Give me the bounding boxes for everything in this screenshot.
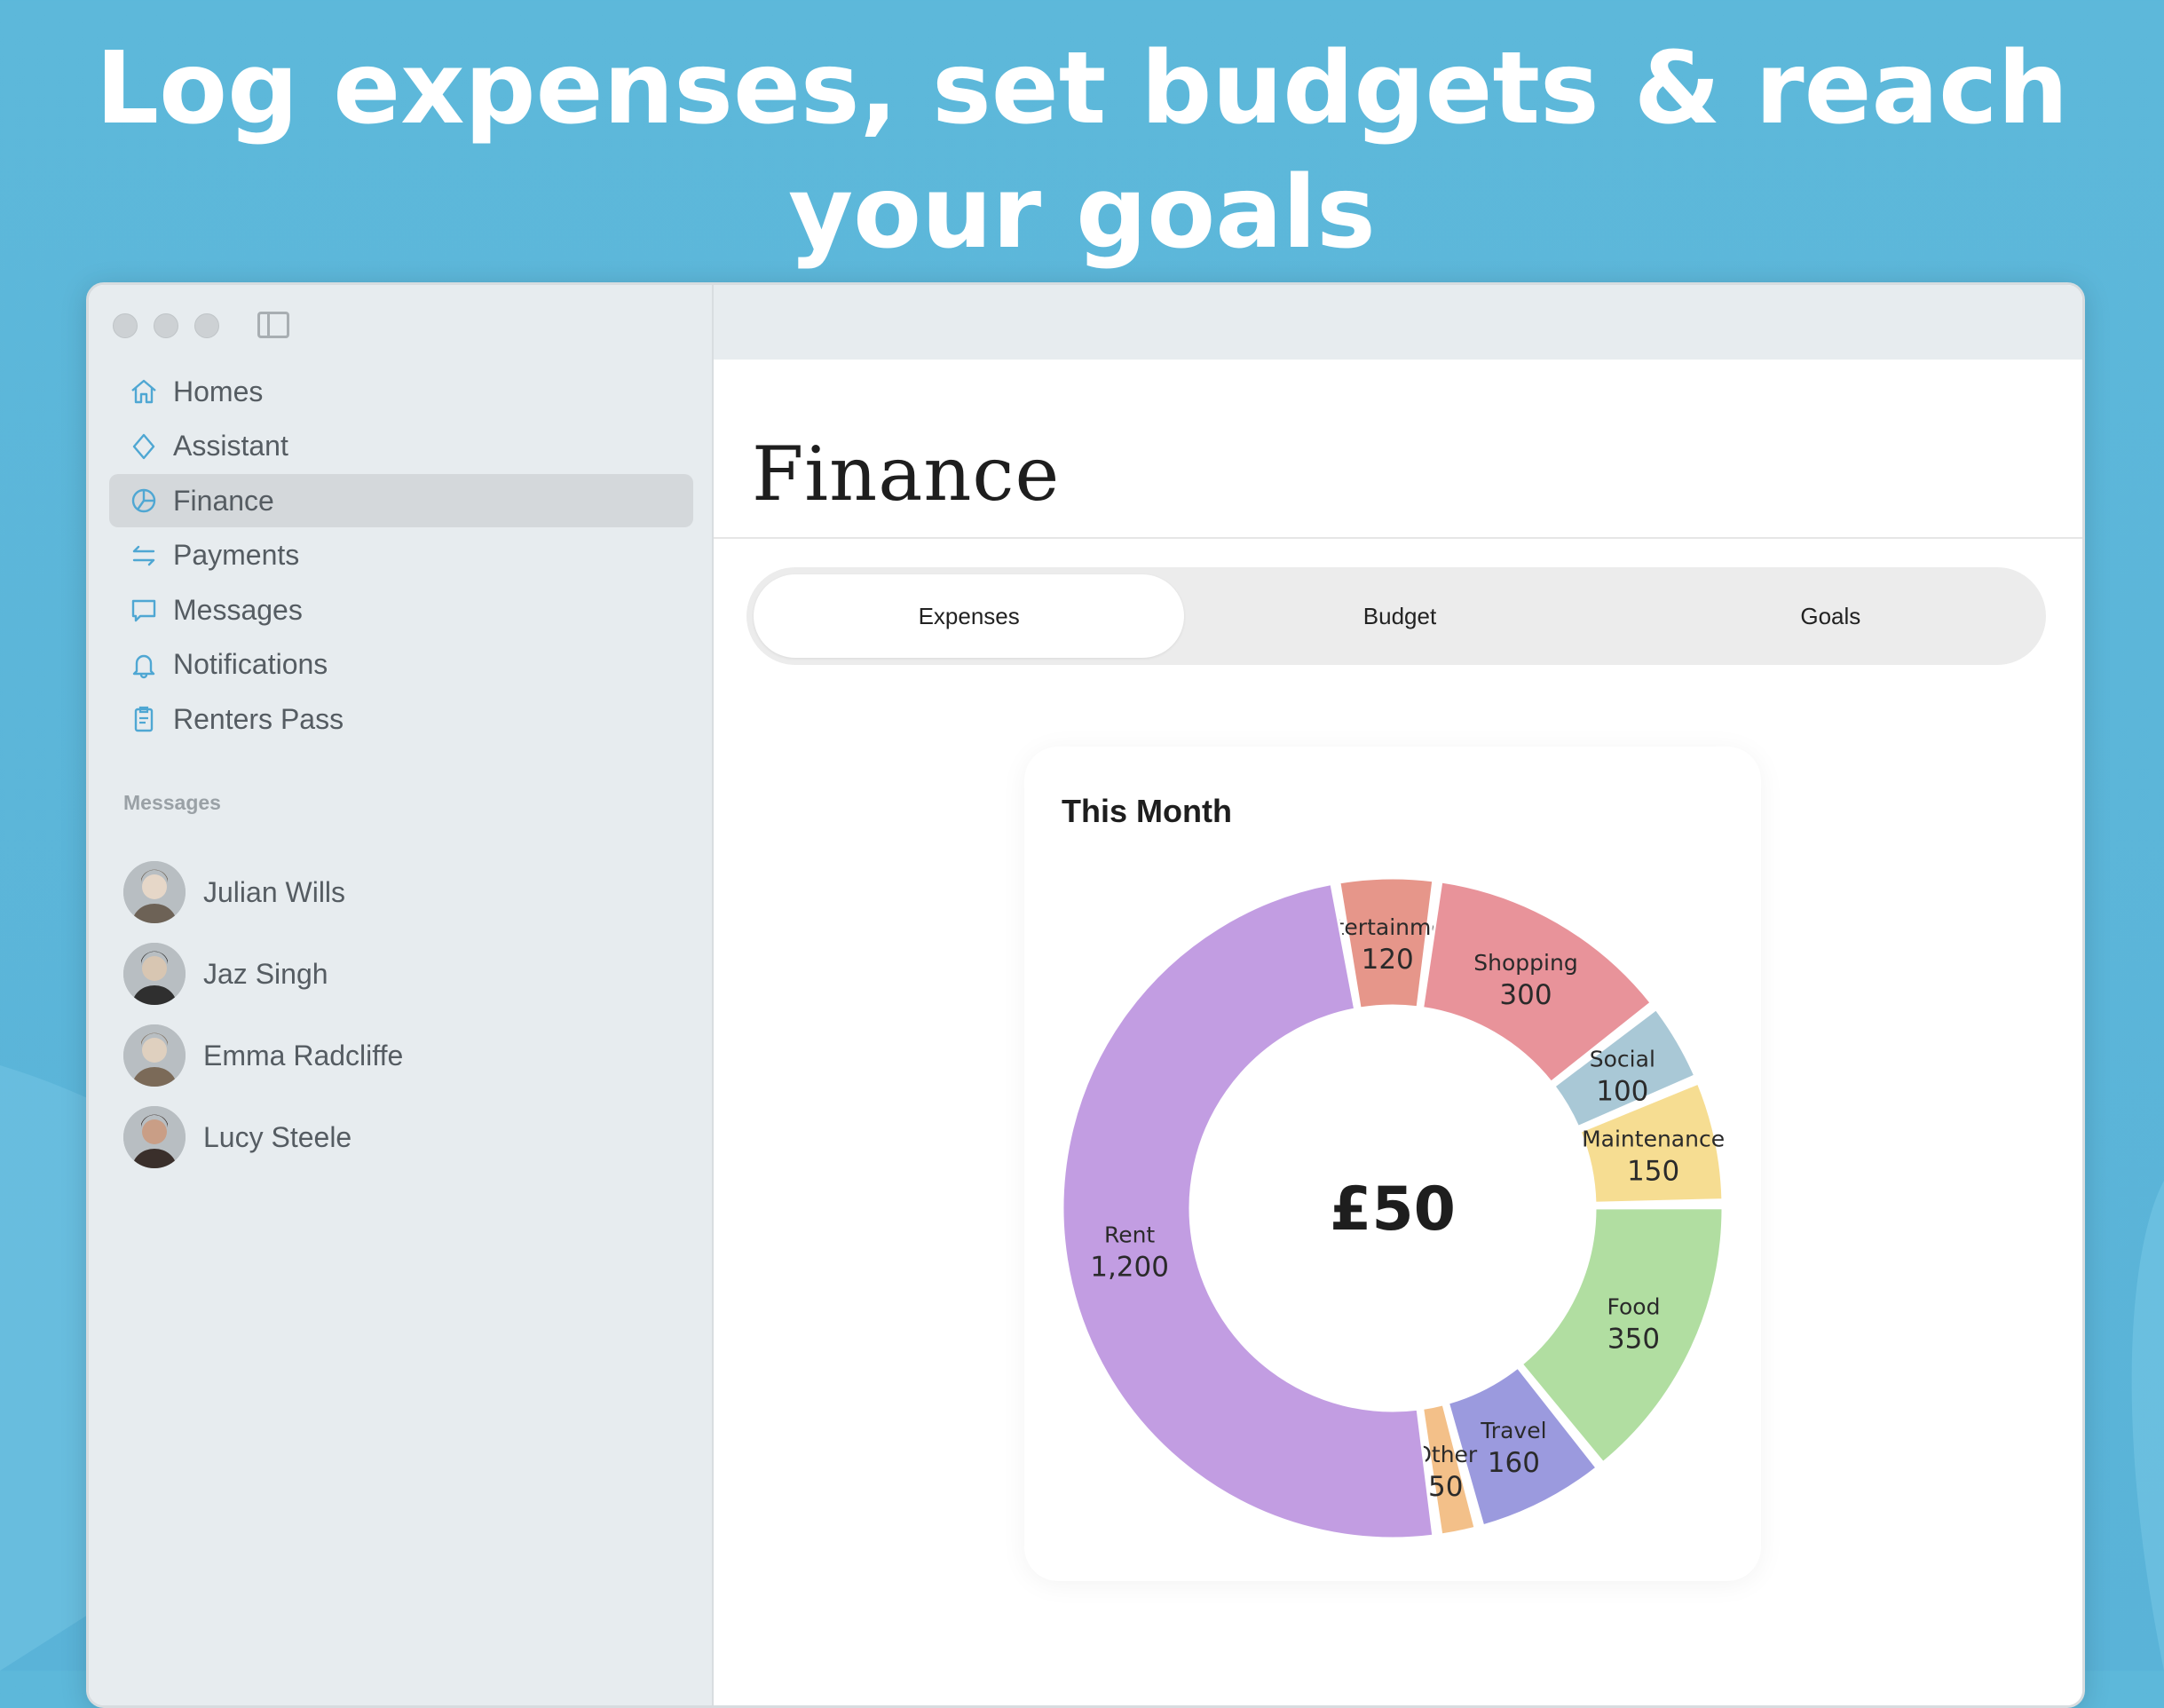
sidebar-item-homes[interactable]: Homes [109,365,693,418]
messages-section-label: Messages [123,791,221,814]
slice-value: 120 [1362,944,1414,976]
sidebar-item-assistant[interactable]: Assistant [109,420,693,473]
page-title: Finance [752,431,1061,518]
home-icon [131,379,156,404]
sidebar-item-label: Renters Pass [173,702,344,735]
title-divider [714,537,2082,539]
expenses-donut-chart: Entertainment120 Shopping300Social100Main… [1061,876,1725,1540]
slice-value: 300 [1499,979,1552,1011]
contact-name: Julian Wills [203,875,346,908]
sidebar-item-label: Notifications [173,648,328,680]
tab-budget[interactable]: Budget [1184,574,1615,658]
sidebar-item-label: Assistant [173,430,288,462]
sidebar-item-label: Finance [173,484,274,517]
slice-label: Travel [1480,1418,1546,1443]
close-window-button[interactable] [113,313,138,338]
headline: Log expenses, set budgets & reach your g… [95,31,2069,271]
card-title: This Month [1062,793,1232,829]
bell-icon [132,654,155,678]
toolbar [714,285,2082,360]
avatar [123,1106,186,1168]
this-month-card: Entertainment 120 Shopping 300 Social 100 Main… [1024,747,1761,1581]
transfer-arrows-icon [132,545,155,565]
chat-bubble-icon [131,599,156,622]
slice-label: Rent [1104,1222,1155,1247]
slice-value: 50 [1428,1471,1463,1503]
minimize-window-button[interactable] [154,313,178,338]
sidebar-nav: Homes Assistant Finance Payments Messages Not… [109,365,693,747]
sidebar-item-messages[interactable]: Messages [109,583,693,637]
sidebar-toggle-icon[interactable] [257,312,289,338]
tab-expenses[interactable]: Expenses [754,574,1185,658]
pie-chart-icon [131,488,156,513]
avatar [123,943,186,1005]
contact-item[interactable]: Jaz Singh [123,933,403,1015]
slice-label: Maintenance [1582,1126,1725,1151]
slice-value: 100 [1596,1075,1648,1107]
sidebar-item-label: Payments [173,539,300,571]
contact-name: Emma Radcliffe [203,1039,404,1071]
avatar [123,1024,186,1087]
sidebar-item-notifications[interactable]: Notifications [109,638,693,692]
slice-value: 150 [1627,1155,1679,1187]
sidebar: Homes Assistant Finance Payments Messages Not… [89,285,714,1705]
contact-item[interactable]: Emma Radcliffe [123,1015,403,1096]
slice-value: 350 [1607,1324,1660,1356]
contact-name: Jaz Singh [203,957,328,990]
sidebar-item-label: Messages [173,593,303,626]
main-content: Finance Expenses Budget Goals Entertainmen… [714,285,2082,1705]
app-window: Homes Assistant Finance Payments Messages Not… [86,282,2085,1708]
clipboard-icon [134,706,154,732]
contact-name: Lucy Steele [203,1120,352,1153]
center-total: £50 [1330,1174,1456,1245]
slice-label: Shopping [1473,950,1577,976]
contact-list: Julian Wills Jaz Singh Emma Radcliffe Lucy … [123,851,403,1178]
window-controls [113,313,219,338]
sidebar-item-payments[interactable]: Payments [109,529,693,582]
finance-tabs: Expenses Budget Goals [746,567,2046,665]
slice-value: 160 [1488,1447,1540,1479]
slice-label: Food [1607,1294,1661,1320]
sidebar-item-label: Homes [173,375,264,407]
zoom-window-button[interactable] [194,313,219,338]
avatar [123,861,186,923]
tab-goals[interactable]: Goals [1615,574,2046,658]
slice-label: Social [1590,1046,1655,1071]
contact-item[interactable]: Lucy Steele [123,1096,403,1178]
contact-item[interactable]: Julian Wills [123,851,403,933]
sidebar-item-renters-pass[interactable]: Renters Pass [109,692,693,746]
diamond-icon [132,433,155,459]
slice-value: 1,200 [1090,1251,1169,1283]
sidebar-item-finance[interactable]: Finance [109,474,693,527]
